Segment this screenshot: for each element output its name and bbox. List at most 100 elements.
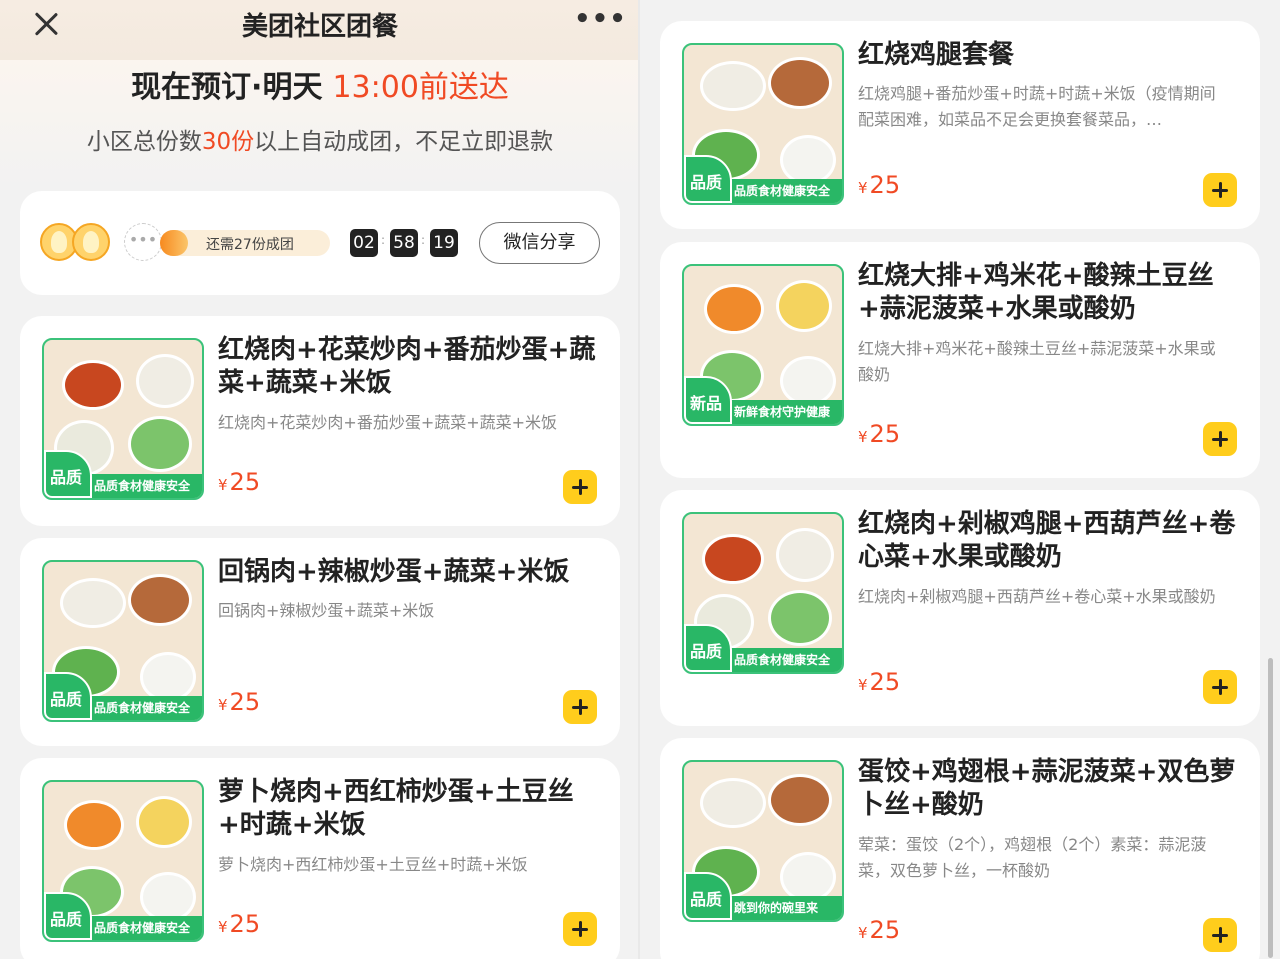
- currency-symbol: ¥: [858, 676, 868, 694]
- product-card[interactable]: 跳到你的碗里来 品质 蛋饺+鸡翅根+蒜泥菠菜+双色萝卜丝+酸奶荤菜：蛋饺（2个），鸡…: [660, 738, 1260, 959]
- dish-image: [62, 360, 124, 410]
- product-card[interactable]: 品质食材健康安全 品质 回锅肉+辣椒炒蛋+蔬菜+米饭 回锅肉+辣椒炒蛋+蔬菜+米饭 ¥2…: [20, 538, 620, 746]
- currency-symbol: ¥: [218, 476, 228, 494]
- add-to-cart-button[interactable]: [563, 690, 597, 724]
- currency-symbol: ¥: [858, 179, 868, 197]
- dish-image: [140, 652, 196, 702]
- product-title[interactable]: 蛋饺+鸡翅根+蒜泥菠菜+双色萝卜丝+酸奶: [858, 756, 1238, 822]
- price-value: 25: [229, 468, 261, 496]
- badge-text: 品质: [50, 690, 83, 709]
- page-title: 美团社区团餐: [241, 12, 398, 42]
- product-title[interactable]: 回锅肉+辣椒炒蛋+蔬菜+米饭: [218, 556, 598, 589]
- add-to-cart-button[interactable]: [1203, 670, 1237, 704]
- progress-fill: [160, 230, 188, 256]
- product-description: 红烧肉+花菜炒肉+番茄炒蛋+蔬菜+蔬菜+米饭: [218, 413, 558, 432]
- product-description: 红烧鸡腿+番茄炒蛋+时蔬+时蔬+米饭（疫情期间配菜困难，如菜品不足会更换套餐菜品…: [858, 84, 1216, 129]
- badge-text: 品质: [50, 468, 83, 487]
- banner-text: 品质食材健康安全: [734, 653, 831, 667]
- product-card[interactable]: 品质食材健康安全 品质 红烧肉+剁椒鸡腿+西葫芦丝+卷心菜+水果或酸奶 红烧肉+剁椒鸡…: [660, 490, 1260, 726]
- price-value: 25: [869, 420, 901, 448]
- banner-text: 品质食材健康安全: [94, 701, 191, 715]
- banner-text: 品质食材健康安全: [734, 184, 831, 198]
- badge-text: 品质: [690, 642, 723, 661]
- product-description: 红烧大排+鸡米花+酸辣土豆丝+蒜泥菠菜+水果或酸奶: [858, 339, 1216, 384]
- price-value: 25: [869, 668, 901, 696]
- dish-image: [136, 796, 192, 848]
- dish-image: [60, 578, 126, 628]
- right-pane: 品质食材健康安全 品质 红烧鸡腿套餐 红烧鸡腿+番茄炒蛋+时蔬+时蔬+米饭（疫情期间配…: [640, 0, 1280, 959]
- product-image[interactable]: 品质食材健康安全 品质: [42, 560, 204, 722]
- product-price: ¥25: [218, 688, 260, 716]
- banner-text: 品质食材健康安全: [94, 921, 191, 935]
- dish-image: [128, 574, 192, 626]
- product-card[interactable]: 品质食材健康安全 品质 红烧肉+花菜炒肉+番茄炒蛋+蔬菜+蔬菜+米饭 红烧肉+花菜炒肉…: [20, 316, 620, 526]
- dish-image: [140, 872, 196, 922]
- delivery-time: 13:00前送达: [332, 70, 509, 105]
- product-image[interactable]: 品质食材健康安全 品质: [682, 512, 844, 674]
- product-image[interactable]: 新鲜食材守护健康 新品: [682, 264, 844, 426]
- dish-image: [776, 528, 834, 582]
- product-card[interactable]: 新鲜食材守护健康 新品 红烧大排+鸡米花+酸辣土豆丝+蒜泥菠菜+水果或酸奶 红烧大排+…: [660, 242, 1260, 478]
- order-prefix: 现在预订·明天: [131, 70, 323, 105]
- more-options-button[interactable]: •••: [574, 6, 626, 38]
- product-price: ¥25: [858, 171, 900, 199]
- currency-symbol: ¥: [858, 428, 868, 446]
- dish-image: [702, 534, 764, 584]
- add-to-cart-button[interactable]: [1203, 918, 1237, 952]
- more-avatars-icon: •••: [124, 223, 162, 261]
- price-value: 25: [869, 171, 901, 199]
- timer-colon: :: [421, 233, 426, 247]
- dish-image: [700, 778, 766, 828]
- add-to-cart-button[interactable]: [563, 470, 597, 504]
- product-card[interactable]: 品质食材健康安全 品质 萝卜烧肉+西红柿炒蛋+土豆丝+时蔬+米饭萝卜烧肉+西红柿炒蛋…: [20, 758, 620, 959]
- banner-text: 跳到你的碗里来: [734, 901, 819, 915]
- timer-colon: :: [381, 233, 386, 247]
- add-to-cart-button[interactable]: [1203, 173, 1237, 207]
- dish-image: [776, 280, 832, 332]
- product-card[interactable]: 品质食材健康安全 品质 红烧鸡腿套餐红烧鸡腿+番茄炒蛋+时蔬+时蔬+米饭（疫情期间配…: [660, 21, 1260, 229]
- dish-image: [780, 356, 836, 406]
- top-bar: 美团社区团餐 •••: [0, 0, 640, 60]
- dish-image: [700, 61, 766, 111]
- product-title[interactable]: 红烧肉+花菜炒肉+番茄炒蛋+蔬菜+蔬菜+米饭: [218, 334, 598, 400]
- product-price: ¥25: [858, 420, 900, 448]
- progress-text: 还需27份成团: [206, 237, 294, 253]
- wechat-share-button[interactable]: 微信分享: [479, 222, 600, 264]
- avatar: [72, 223, 110, 261]
- timer-hours: 02: [350, 229, 378, 257]
- dish-image: [780, 135, 836, 185]
- add-to-cart-button[interactable]: [563, 912, 597, 946]
- scrollbar[interactable]: [1268, 658, 1273, 958]
- group-progress-card: ••• 还需27份成团 02 : 58 : 19 微信分享: [20, 191, 620, 295]
- threshold-after: 以上自动成团，不足立即退款: [254, 129, 554, 155]
- order-line: 现在预订·明天 13:00前送达: [0, 62, 640, 106]
- product-image[interactable]: 品质食材健康安全 品质: [42, 780, 204, 942]
- dish-image: [128, 416, 192, 472]
- group-threshold-note: 小区总份数30份以上自动成团，不足立即退款: [0, 122, 640, 156]
- product-image[interactable]: 跳到你的碗里来 品质: [682, 760, 844, 922]
- product-price: ¥25: [218, 468, 260, 496]
- product-title[interactable]: 红烧肉+剁椒鸡腿+西葫芦丝+卷心菜+水果或酸奶: [858, 508, 1238, 574]
- badge-text: 新品: [690, 394, 723, 413]
- product-title[interactable]: 萝卜烧肉+西红柿炒蛋+土豆丝+时蔬+米饭: [218, 776, 598, 842]
- currency-symbol: ¥: [218, 696, 228, 714]
- top-spacer: [640, 0, 1280, 20]
- threshold-before: 小区总份数: [86, 129, 202, 155]
- price-value: 25: [229, 910, 261, 938]
- dish-image: [64, 800, 124, 850]
- dish-image: [768, 57, 832, 109]
- product-image[interactable]: 品质食材健康安全 品质: [682, 43, 844, 205]
- product-description: 回锅肉+辣椒炒蛋+蔬菜+米饭: [218, 601, 435, 620]
- product-title[interactable]: 红烧鸡腿套餐: [858, 39, 1238, 72]
- product-price: ¥25: [218, 910, 260, 938]
- product-price: ¥25: [858, 668, 900, 696]
- delivery-info: 现在预订·明天 13:00前送达 小区总份数30份以上自动成团，不足立即退款: [0, 60, 640, 190]
- product-description: 荤菜：蛋饺（2个），鸡翅根（2个）素菜：蒜泥菠菜，双色萝卜丝，一杯酸奶: [858, 835, 1207, 880]
- dish-image: [704, 284, 764, 334]
- product-description: 萝卜烧肉+西红柿炒蛋+土豆丝+时蔬+米饭: [218, 855, 528, 874]
- product-image[interactable]: 品质食材健康安全 品质: [42, 338, 204, 500]
- dish-image: [136, 354, 194, 408]
- timer-minutes: 58: [390, 229, 418, 257]
- add-to-cart-button[interactable]: [1203, 422, 1237, 456]
- product-title[interactable]: 红烧大排+鸡米花+酸辣土豆丝+蒜泥菠菜+水果或酸奶: [858, 260, 1238, 326]
